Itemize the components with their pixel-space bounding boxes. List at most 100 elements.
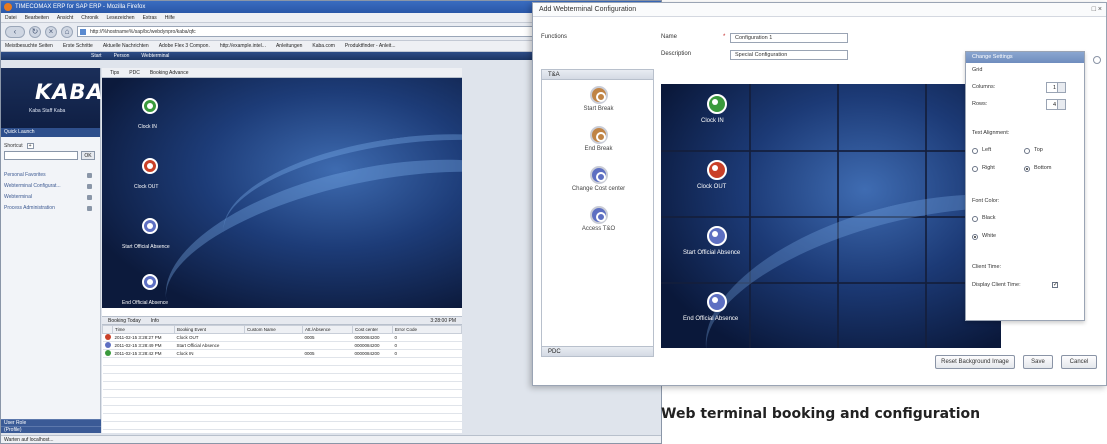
shortcut-input[interactable] xyxy=(4,151,78,160)
table-row[interactable]: 2011-02-15 3:28:42 PM Clock IN 0005 0000084… xyxy=(102,349,462,358)
tab-booking-today[interactable]: Booking Today xyxy=(108,317,141,324)
favorite-item[interactable]: Webterminal xyxy=(1,192,100,203)
reload-button[interactable]: ↻ xyxy=(29,25,41,38)
rows-stepper[interactable]: 4 xyxy=(1046,99,1066,110)
empty-cell xyxy=(244,421,303,430)
bookmark-item[interactable]: Kaba.com xyxy=(312,41,335,51)
bookmark-item[interactable]: Meistbesuchte Seiten xyxy=(5,41,53,51)
empty-cell xyxy=(244,413,303,422)
empty-row xyxy=(102,397,462,406)
col-time[interactable]: Time xyxy=(112,325,175,334)
palette-item-access[interactable]: Access T&O xyxy=(542,206,655,232)
palette-item-label: Start Break xyxy=(583,106,614,112)
cell-status xyxy=(102,341,113,350)
columns-label: Columns: xyxy=(972,84,996,90)
preview-end-official-absence-button[interactable] xyxy=(707,292,727,312)
align-bottom-radio[interactable] xyxy=(1024,166,1030,172)
col-att-absence[interactable]: Att./Absence xyxy=(302,325,353,334)
palette-item-change-cost-center[interactable]: Change Cost center xyxy=(542,166,655,192)
font-black-radio[interactable] xyxy=(972,216,978,222)
col-cost-center[interactable]: Cost center xyxy=(352,325,393,334)
palette-item-label: End Break xyxy=(584,146,613,152)
col-custom-name[interactable]: Custom Name xyxy=(244,325,303,334)
bookmark-item[interactable]: http://example.intel... xyxy=(220,41,266,51)
name-input[interactable]: Configuration 1 xyxy=(730,33,848,43)
menu-view[interactable]: Ansicht xyxy=(57,13,73,22)
palette-item-start-break[interactable]: Start Break xyxy=(542,86,655,112)
add-shortcut-icon[interactable]: + xyxy=(26,143,34,149)
clock-out-button[interactable] xyxy=(142,158,158,174)
col-error-code[interactable]: Error Code xyxy=(392,325,462,334)
align-right-radio[interactable] xyxy=(972,166,978,172)
align-left-radio[interactable] xyxy=(972,148,978,154)
profile-link[interactable]: (Profile) xyxy=(1,426,101,433)
start-official-absence-button[interactable] xyxy=(142,218,158,234)
palette-item-end-break[interactable]: End Break xyxy=(542,126,655,152)
palette-item-label: Access T&O xyxy=(581,226,616,232)
preview-clock-out-button[interactable] xyxy=(707,160,727,180)
nav-start[interactable]: Start xyxy=(91,52,102,60)
favorite-icon xyxy=(87,195,92,200)
bookmark-item[interactable]: Erste Schritte xyxy=(63,41,93,51)
bookmark-item[interactable]: Adobe Flex 3 Compon. xyxy=(159,41,210,51)
menu-bookmarks[interactable]: Lesezeichen xyxy=(107,13,135,22)
bookmark-item[interactable]: Produktfinder - Anleit... xyxy=(345,41,396,51)
palette-tab-pdc[interactable]: PDC xyxy=(542,346,653,356)
display-client-time-label: Display Client Time: xyxy=(972,282,1021,288)
save-button[interactable]: Save xyxy=(1023,355,1053,369)
tab-pdc[interactable]: PDC xyxy=(129,68,140,77)
empty-row xyxy=(102,413,462,422)
dialog-close-icon[interactable]: □ × xyxy=(1092,3,1102,17)
shortcut-ok-button[interactable]: OK xyxy=(81,151,95,160)
functions-label: Functions xyxy=(541,34,568,40)
dialog-title: Add Webterminal Configuration xyxy=(539,6,637,13)
favorite-item[interactable]: Personal Favorites xyxy=(1,170,100,181)
palette-tab-ta[interactable]: T&A xyxy=(542,70,653,80)
empty-cell xyxy=(352,421,393,430)
nav-person[interactable]: Person xyxy=(114,52,130,60)
shortcut-header: Shortcut + xyxy=(4,143,97,149)
preview-start-official-absence-button[interactable] xyxy=(707,226,727,246)
favorite-label: Process Administration xyxy=(4,205,55,211)
bookmark-item[interactable]: Aktuelle Nachrichten xyxy=(103,41,149,51)
menu-tools[interactable]: Extras xyxy=(143,13,157,22)
table-row[interactable]: 2011-02-15 3:28:49 PM Start Official Abse… xyxy=(102,341,462,350)
menu-edit[interactable]: Bearbeiten xyxy=(25,13,49,22)
align-top-radio[interactable] xyxy=(1024,148,1030,154)
tab-info[interactable]: Info xyxy=(151,317,159,324)
description-label: Description xyxy=(661,51,692,57)
table-row[interactable]: 2011-02-15 3:28:27 PM Clock OUT 0005 000008… xyxy=(102,333,462,342)
description-input[interactable]: Special Configuration xyxy=(730,50,848,60)
favorite-item[interactable]: Process Administration xyxy=(1,203,100,214)
change-cost-center-icon xyxy=(589,166,608,184)
menu-history[interactable]: Chronik xyxy=(81,13,98,22)
preview-end-official-absence-label: End Official Absence xyxy=(683,316,739,322)
menu-file[interactable]: Datei xyxy=(5,13,17,22)
reset-background-button[interactable]: Reset Background Image xyxy=(935,355,1015,369)
quick-launch-header[interactable]: Quick Launch xyxy=(1,128,100,137)
clock-in-label: Clock IN xyxy=(138,124,157,130)
bookmark-item[interactable]: Anleitungen xyxy=(276,41,302,51)
user-role-link[interactable]: User Role xyxy=(1,419,101,426)
tab-tips[interactable]: Tips xyxy=(110,68,119,77)
empty-row xyxy=(102,405,462,414)
col-booking-event[interactable]: Booking Event xyxy=(174,325,245,334)
end-official-absence-button[interactable] xyxy=(142,274,158,290)
columns-stepper[interactable]: 1 xyxy=(1046,82,1066,93)
clock-in-button[interactable] xyxy=(142,98,158,114)
tab-booking-advance[interactable]: Booking Advance xyxy=(150,68,189,77)
cancel-button[interactable]: Cancel xyxy=(1061,355,1097,369)
help-icon[interactable] xyxy=(1093,56,1101,64)
stop-button[interactable]: × xyxy=(45,25,57,38)
palette-item-label: Change Cost center xyxy=(571,186,626,192)
font-white-radio[interactable] xyxy=(972,234,978,240)
preview-clock-in-button[interactable] xyxy=(707,94,727,114)
client-time-label: Client Time: xyxy=(972,264,1002,270)
menu-help[interactable]: Hilfe xyxy=(165,13,175,22)
home-button[interactable]: ⌂ xyxy=(61,25,73,38)
back-button[interactable]: ‹ xyxy=(5,25,25,38)
empty-row xyxy=(102,389,462,398)
favorite-item[interactable]: Webterminal Configurat... xyxy=(1,181,100,192)
nav-webterminal[interactable]: Webterminal xyxy=(141,52,169,60)
display-client-time-checkbox[interactable] xyxy=(1052,281,1058,288)
